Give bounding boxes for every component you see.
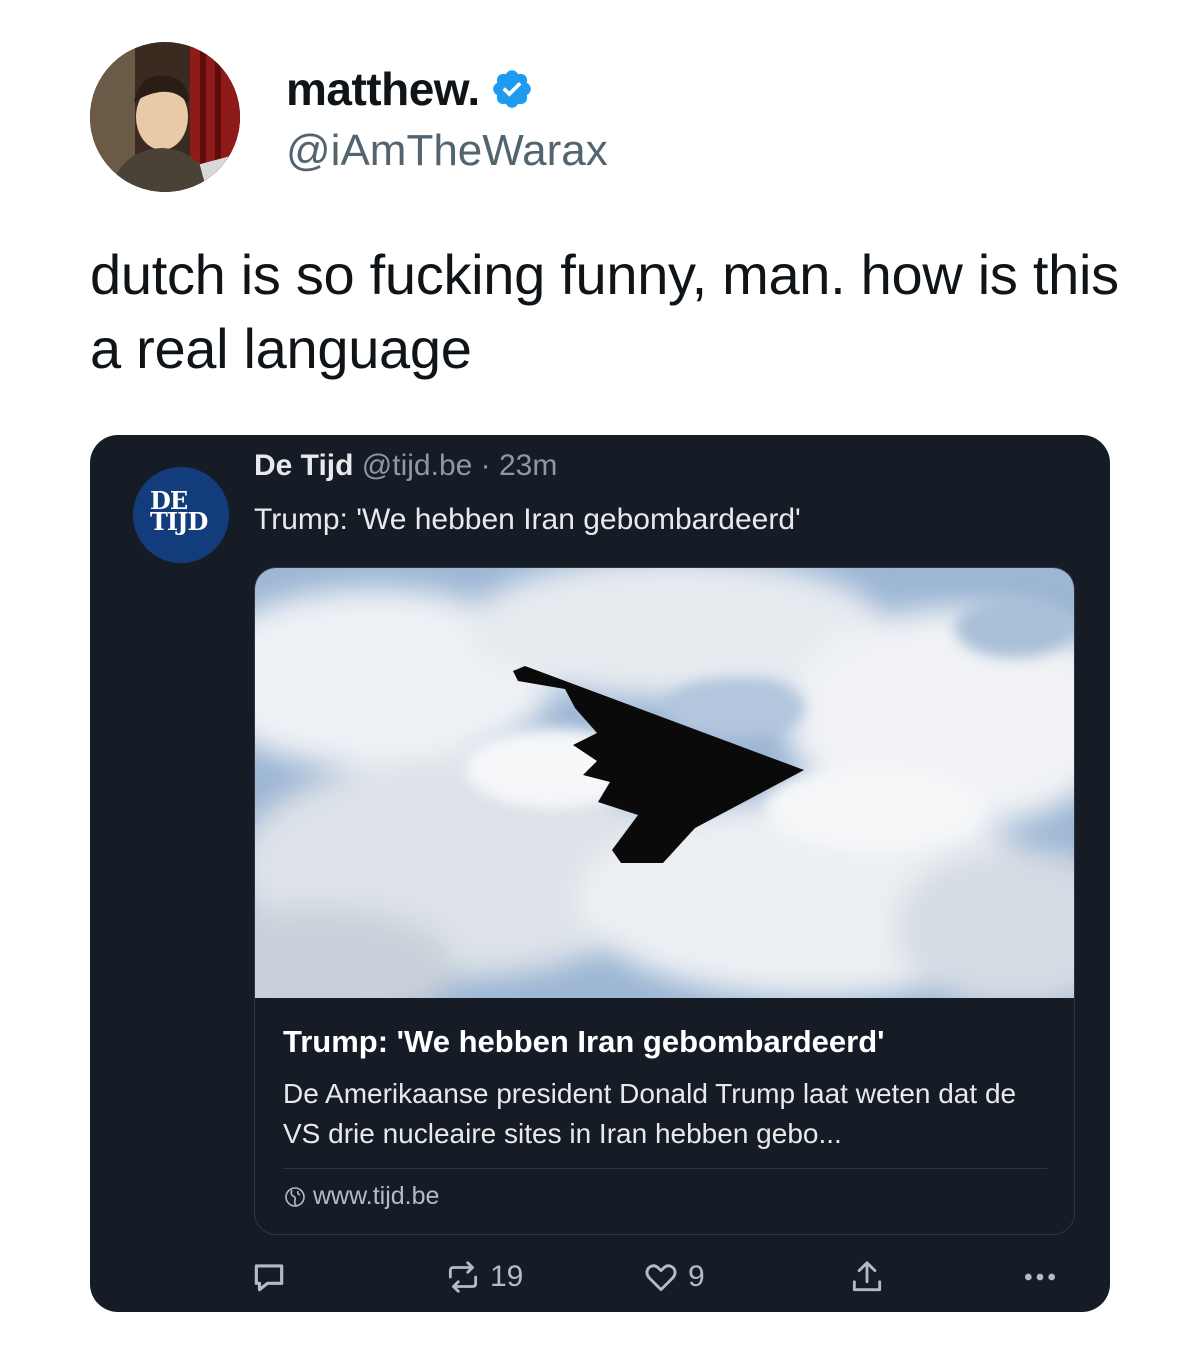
- avatar[interactable]: [90, 42, 240, 192]
- display-name-text: matthew.: [286, 63, 480, 115]
- heart-icon: [642, 1258, 680, 1296]
- user-handle[interactable]: @iAmTheWarax: [286, 126, 608, 176]
- action-bar: 19 9: [250, 1255, 1070, 1299]
- quoted-avatar[interactable]: DE TIJD: [133, 467, 229, 563]
- like-count: 9: [688, 1260, 705, 1293]
- repost-count: 19: [490, 1260, 524, 1293]
- verified-badge-icon: [490, 67, 534, 111]
- card-image[interactable]: [255, 568, 1074, 998]
- quoted-name[interactable]: De Tijd: [254, 449, 353, 482]
- share-icon: [848, 1258, 886, 1296]
- repost-button[interactable]: 19: [444, 1255, 523, 1299]
- avatar-logo-bottom: TIJD: [150, 507, 208, 536]
- share-button[interactable]: [848, 1255, 886, 1299]
- more-button[interactable]: [1020, 1255, 1060, 1299]
- card-link[interactable]: www.tijd.be: [283, 1182, 439, 1211]
- card-description: De Amerikaanse president Donald Trump la…: [283, 1078, 1017, 1149]
- tweet-header: matthew. @iAmTheWarax: [90, 42, 1090, 192]
- card-divider: [283, 1168, 1047, 1169]
- quoted-post[interactable]: DE TIJD De Tijd @tijd.be · 23m Trump: 'W…: [90, 435, 1110, 1312]
- repost-icon: [444, 1258, 482, 1296]
- card-title[interactable]: Trump: 'We hebben Iran gebombardeerd': [283, 1024, 1053, 1060]
- quoted-header: De Tijd @tijd.be · 23m: [254, 449, 557, 483]
- globe-icon: [283, 1185, 307, 1209]
- card-link-text: www.tijd.be: [313, 1182, 440, 1210]
- reply-button[interactable]: [250, 1255, 288, 1299]
- quoted-meta: @tijd.be · 23m: [353, 449, 558, 482]
- quoted-text: Trump: 'We hebben Iran gebombardeerd': [254, 503, 801, 536]
- like-button[interactable]: 9: [642, 1255, 705, 1299]
- link-card[interactable]: Trump: 'We hebben Iran gebombardeerd' De…: [254, 567, 1075, 1235]
- more-icon: [1020, 1257, 1060, 1297]
- tweet-text: dutch is so fucking funny, man. how is t…: [90, 243, 1119, 380]
- reply-icon: [250, 1258, 288, 1296]
- display-name[interactable]: matthew.: [286, 62, 534, 116]
